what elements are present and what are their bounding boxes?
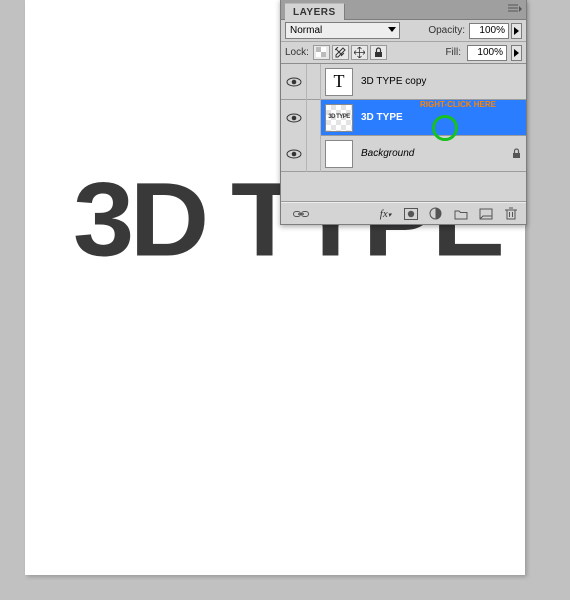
link-cell[interactable] — [307, 100, 321, 136]
delete-layer-button[interactable] — [501, 206, 520, 222]
visibility-toggle[interactable] — [281, 64, 307, 100]
opacity-slider-button[interactable] — [511, 23, 522, 39]
highlight-circle — [432, 115, 458, 141]
layer-row[interactable]: T 3D TYPE copy — [281, 64, 526, 100]
thumbnail-text: 3D TYPE — [326, 114, 352, 120]
panel-tab-bar: LAYERS — [281, 0, 526, 20]
new-layer-icon — [479, 208, 493, 220]
panel-menu-button[interactable] — [508, 4, 522, 14]
link-cell[interactable] — [307, 136, 321, 172]
lock-fill-row: Lock: Fill: 100% — [281, 42, 526, 64]
trash-icon — [505, 207, 517, 220]
annotation-text: RIGHT-CLICK HERE — [420, 100, 496, 109]
eye-icon — [286, 149, 302, 159]
layer-name-text: 3D TYPE — [361, 112, 403, 123]
layer-row[interactable]: 3D TYPE RIGHT-CLICK HERE 3D TYPE — [281, 100, 526, 136]
opacity-input[interactable]: 100% — [469, 23, 509, 39]
group-button[interactable] — [451, 206, 470, 222]
panel-footer: fx▾ — [281, 202, 526, 224]
fill-input[interactable]: 100% — [467, 45, 507, 61]
visibility-toggle[interactable] — [281, 136, 307, 172]
tab-layers[interactable]: LAYERS — [285, 3, 345, 20]
layer-thumbnail-text[interactable]: T — [325, 68, 353, 96]
layer-name[interactable]: 3D TYPE copy — [357, 76, 506, 87]
layer-thumbnail-raster[interactable]: 3D TYPE — [325, 104, 353, 132]
eye-icon — [286, 113, 302, 123]
folder-icon — [454, 208, 468, 220]
lock-transparent-button[interactable] — [313, 45, 330, 60]
blend-mode-value: Normal — [290, 25, 322, 36]
blend-mode-select[interactable]: Normal — [285, 22, 400, 39]
caret-right-icon — [514, 49, 519, 57]
blend-opacity-row: Normal Opacity: 100% — [281, 20, 526, 42]
layer-thumbnail-solid[interactable] — [325, 140, 353, 168]
new-layer-button[interactable] — [476, 206, 495, 222]
fill-label: Fill: — [445, 47, 461, 58]
fx-button[interactable]: fx▾ — [376, 206, 395, 222]
mask-icon — [404, 208, 418, 220]
visibility-toggle[interactable] — [281, 100, 307, 136]
adjustment-layer-button[interactable] — [426, 206, 445, 222]
fill-slider-button[interactable] — [511, 45, 522, 61]
layers-list: T 3D TYPE copy 3D TYPE RIGHT-CLICK HERE … — [281, 64, 526, 202]
layer-name[interactable]: RIGHT-CLICK HERE 3D TYPE — [357, 112, 506, 123]
link-layers-button[interactable] — [291, 206, 310, 222]
eye-icon — [286, 77, 302, 87]
layer-name[interactable]: Background — [357, 148, 506, 159]
link-cell[interactable] — [307, 64, 321, 100]
lock-icon — [506, 148, 526, 159]
lock-label: Lock: — [285, 47, 309, 58]
lock-all-button[interactable] — [370, 45, 387, 60]
lock-pixels-button[interactable] — [332, 45, 349, 60]
fx-icon: fx▾ — [380, 208, 391, 220]
mask-button[interactable] — [401, 206, 420, 222]
adjust-icon — [429, 207, 442, 220]
lock-position-button[interactable] — [351, 45, 368, 60]
caret-right-icon — [514, 27, 519, 35]
chevron-down-icon — [388, 27, 396, 32]
opacity-label: Opacity: — [428, 25, 465, 36]
layers-empty-area[interactable] — [281, 172, 526, 202]
layers-panel: LAYERS Normal Opacity: 100% Lock: — [280, 0, 527, 225]
layer-row[interactable]: Background — [281, 136, 526, 172]
